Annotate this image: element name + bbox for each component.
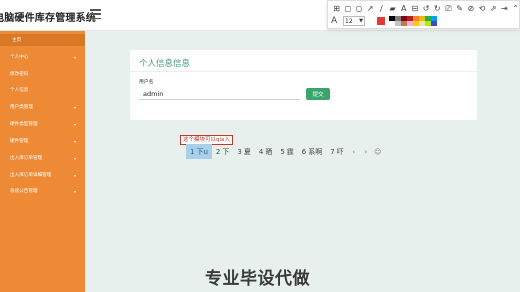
color-palette [389, 16, 437, 26]
sidebar-item-label: 主页 [12, 38, 22, 43]
line-icon[interactable]: ∕ [376, 4, 387, 14]
sidebar-item-label: 硬件管理 [10, 139, 29, 144]
chevron-down-icon: ▾ [74, 172, 77, 178]
candidate-number: 4 [258, 147, 264, 156]
candidate-number: 2 [215, 147, 221, 156]
next-page-icon[interactable]: › [360, 144, 372, 159]
sidebar-item[interactable]: 修改密码 [0, 68, 85, 80]
sidebar-item[interactable]: 出入库订单管理 ▾ [0, 152, 85, 164]
candidate-item[interactable]: 2下 [212, 144, 233, 159]
username-input[interactable] [139, 88, 300, 100]
sidebar-item[interactable]: 用户类管理 ▾ [0, 101, 85, 113]
username-label: 用户名 [139, 80, 154, 85]
select-icon[interactable]: ⊞ [331, 4, 342, 14]
sidebar-item[interactable]: 系统公告管理 ▾ [0, 185, 85, 197]
font-size-select[interactable]: 12 ▼ [343, 16, 365, 26]
fill-icon[interactable]: ▰ [387, 4, 398, 14]
pin-icon[interactable]: ⇥ [499, 4, 510, 14]
candidate-item[interactable]: 4晒 [255, 144, 276, 159]
watermark-text: 专业毕设代做 [205, 269, 310, 289]
font-icon[interactable]: A [331, 16, 341, 26]
candidate-text: 下u [196, 147, 208, 156]
candidate-number: 7 [330, 147, 335, 156]
candidate-text: 吓 [336, 147, 344, 156]
chevron-down-icon: ▾ [74, 121, 77, 127]
sidebar-item-label: 出入库订单管理 [10, 156, 43, 161]
candidate-text: 下 [222, 147, 230, 156]
candidate-item[interactable]: 6 系啊 [298, 144, 326, 159]
sidebar-item-label: 硬件类型管理 [10, 122, 38, 127]
chevron-down-icon: ▾ [74, 54, 77, 60]
eraser-icon[interactable]: ⎚ [443, 4, 454, 14]
app-window: 电脑硬件库存管理系统 👤 主页个人中心▾修改密码个人信息用户类管理▾硬件类型管理… [0, 0, 520, 292]
arrow-icon[interactable]: ↗ [365, 4, 376, 14]
candidate-item[interactable]: 3夏 [233, 144, 254, 159]
ellipse-icon[interactable]: ○ [353, 4, 364, 14]
main-content: 个人信息信息 用户名 提交 这个模块可以qia入 1下u2下3夏4晒5霆6系啊7… [85, 31, 520, 292]
sidebar-item[interactable]: 个人信息 [0, 84, 85, 96]
candidate-item[interactable]: 1 下u [186, 144, 212, 159]
sidebar-item-label: 用户类管理 [10, 105, 33, 110]
color-swatch[interactable] [431, 21, 437, 26]
crop-icon[interactable]: ⊟ [409, 4, 420, 14]
current-color-swatch[interactable] [377, 17, 385, 25]
sidebar-item[interactable]: 个人中心 ▾ [0, 51, 85, 63]
profile-card: 个人信息信息 用户名 提交 [130, 50, 477, 120]
sidebar-item-label: 系统公告管理 [10, 189, 38, 194]
candidate-number: 6 [301, 147, 307, 156]
candidate-pager: 1 下u 2 下 3 夏 4 晒 5 霆 6 系啊 7 吓 ‹ › ☺ [186, 144, 384, 159]
emoji-icon[interactable]: ☺ [372, 144, 384, 159]
app-title: 电脑硬件库存管理系统 [0, 13, 96, 24]
chevron-down-icon: ▾ [74, 138, 77, 144]
candidate-text: 系啊 [308, 147, 323, 156]
redo-icon[interactable]: ↻ [432, 4, 443, 14]
submit-button[interactable]: 提交 [306, 88, 330, 100]
sidebar-item-label: 修改密码 [10, 72, 29, 77]
candidate-text: 霆 [286, 147, 294, 156]
blur-icon[interactable]: ⊘ [465, 4, 476, 14]
card-divider [130, 71, 477, 72]
candidate-number: 3 [237, 147, 242, 156]
candidate-number: 1 [190, 147, 195, 156]
undo-icon[interactable]: ↺ [421, 4, 432, 14]
sidebar: 主页 个人中心 ▾ 修改密码 个人信息 用户类管理 ▾ 硬件类型管理 ▾ 硬件管理 ▾ 出入库订单管理… [0, 31, 85, 292]
prev-page-icon[interactable]: ‹ [348, 144, 360, 159]
candidate-number: 5 [280, 147, 285, 156]
sidebar-item[interactable]: 主页 [0, 34, 85, 46]
text-tool-icon[interactable]: A [398, 4, 409, 14]
chevron-down-icon: ▾ [74, 104, 77, 110]
chevron-down-icon: ▾ [74, 155, 77, 161]
chevron-down-icon: ▾ [74, 188, 77, 194]
collapse-icon[interactable]: ⌃ [510, 4, 520, 14]
sidebar-item-label: 个人中心 [10, 55, 29, 60]
sidebar-item[interactable]: 出入库订单详细管理 ▾ [0, 169, 85, 181]
card-title: 个人信息信息 [139, 59, 191, 69]
candidate-text: 夏 [243, 147, 251, 156]
sidebar-item-label: 出入库订单详细管理 [10, 173, 52, 178]
tool-row: ⊞ ◻ ○ ↗ ∕ ▰ A ⊟ ↺ ↻ ⎚ ✎ ⊘ ⟲ ⇗ ⇥ ⌃ [331, 4, 520, 14]
sidebar-item[interactable]: 硬件管理 ▾ [0, 135, 85, 147]
menu-toggle-icon[interactable] [90, 9, 101, 19]
font-size-value: 12 [345, 17, 353, 25]
sidebar-item[interactable]: 硬件类型管理 ▾ [0, 118, 85, 130]
pen-icon[interactable]: ✎ [454, 4, 465, 14]
chevron-down-icon: ▼ [359, 18, 363, 24]
rectangle-icon[interactable]: ◻ [342, 4, 353, 14]
sidebar-item-label: 个人信息 [10, 88, 29, 93]
text-style-row: A 12 ▼ [331, 16, 437, 26]
candidate-item[interactable]: 5霆 [276, 144, 297, 159]
candidate-item[interactable]: 7吓 [326, 144, 347, 159]
export-icon[interactable]: ⇗ [488, 4, 499, 14]
reset-icon[interactable]: ⟲ [476, 4, 487, 14]
candidate-text: 晒 [265, 147, 273, 156]
annotation-toolbar: ⊞ ◻ ○ ↗ ∕ ▰ A ⊟ ↺ ↻ ⎚ ✎ ⊘ ⟲ ⇗ ⇥ ⌃ A 12 ▼ [327, 0, 520, 29]
